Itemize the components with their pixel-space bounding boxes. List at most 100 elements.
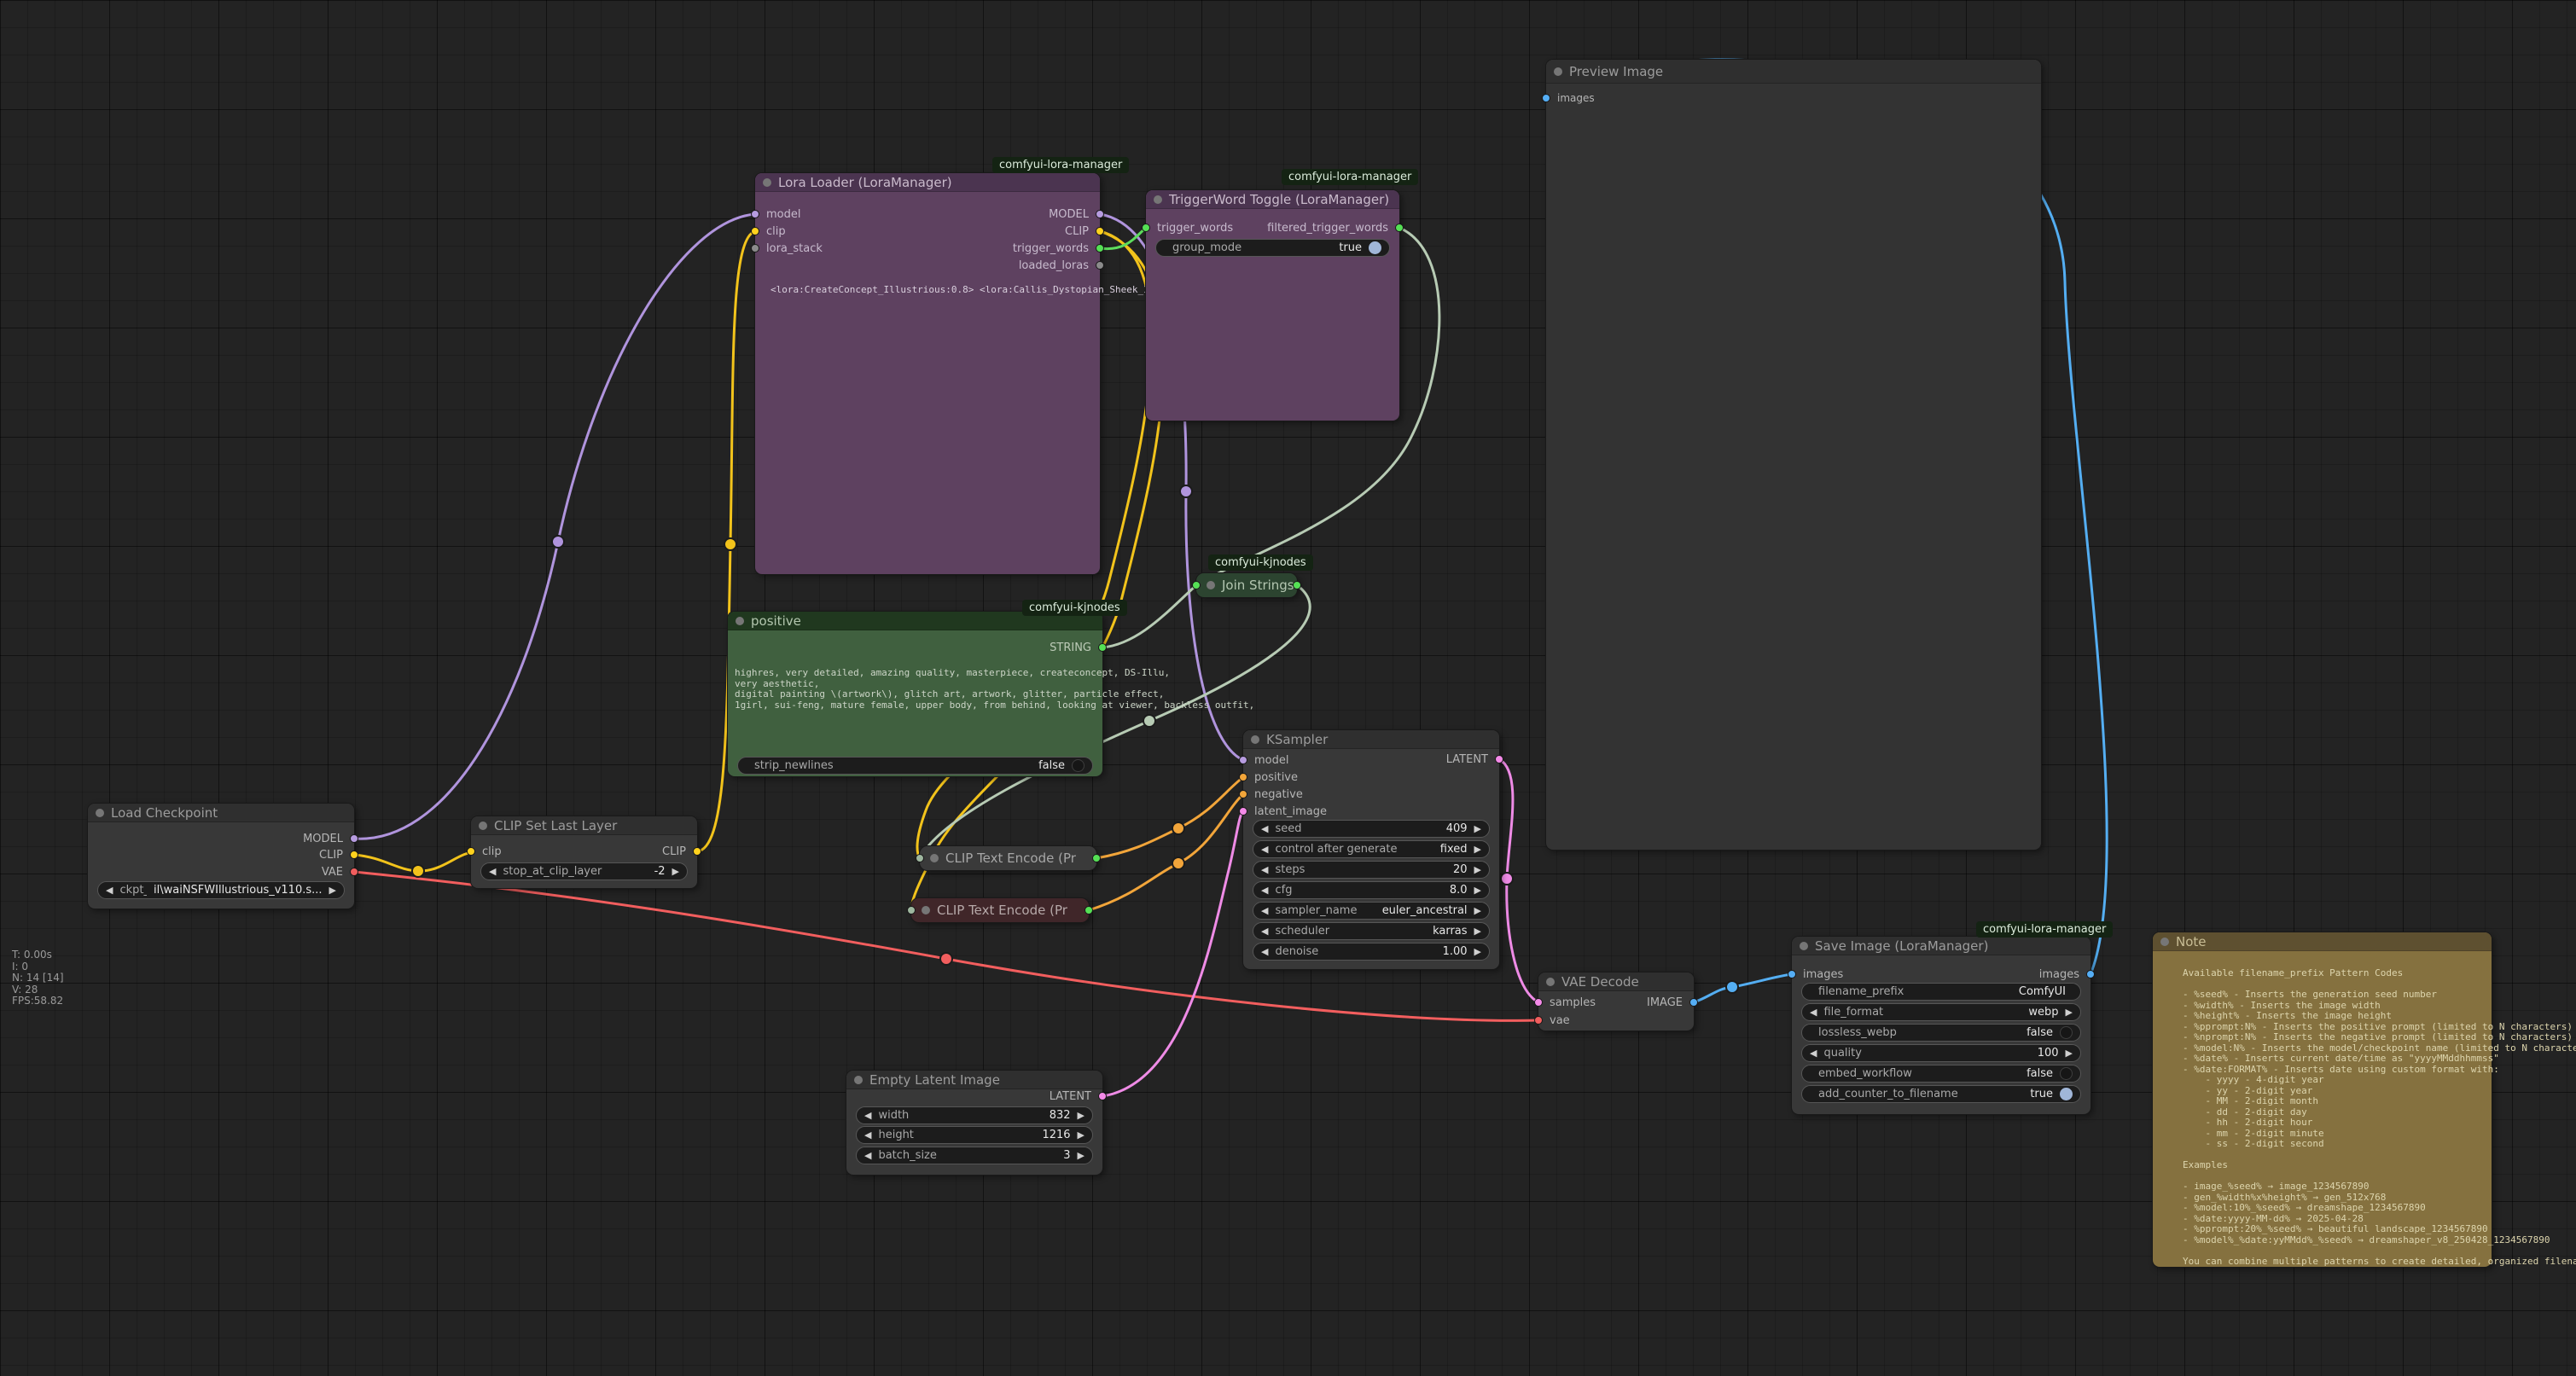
widget-denoise[interactable]: ◀ denoise 1.00 ▶ [1253,943,1490,961]
next-arrow-icon[interactable]: ▶ [1078,1110,1084,1121]
input-port-positive[interactable]: positive [1243,769,1298,785]
model-port-icon[interactable] [350,834,358,843]
collapse-dot-icon[interactable] [1546,978,1555,986]
node-title-bar[interactable]: Empty Latent Image [846,1071,1102,1089]
next-arrow-icon[interactable]: ▶ [329,885,336,896]
next-arrow-icon[interactable]: ▶ [1078,1129,1084,1141]
prev-arrow-icon[interactable]: ◀ [864,1129,871,1141]
image-port-icon[interactable] [1542,94,1550,102]
loaded-loras-port-icon[interactable] [1096,261,1104,270]
node-title-bar[interactable]: TriggerWord Toggle (LoraManager) [1146,190,1399,209]
widget-stop-at-clip-layer[interactable]: ◀ stop_at_clip_layer -2 ▶ [480,862,688,880]
input-port-icon[interactable] [916,854,924,862]
node-title-bar[interactable]: Save Image (LoraManager) [1792,937,2090,955]
collapse-dot-icon[interactable] [763,178,771,187]
reroute-dot[interactable] [1726,981,1738,993]
conditioning-port-icon[interactable] [1084,906,1093,914]
next-arrow-icon[interactable]: ▶ [2066,1048,2073,1059]
node-positive-prompt[interactable]: positive STRING highres, very detailed, … [728,612,1102,776]
node-title-bar[interactable]: KSampler [1243,730,1499,749]
string-port-icon[interactable] [1142,224,1150,232]
collapse-dot-icon[interactable] [2160,938,2169,946]
output-port-clip[interactable]: CLIP [1065,224,1100,239]
image-port-icon[interactable] [1689,998,1698,1007]
collapse-dot-icon[interactable] [1554,67,1562,76]
output-port-string[interactable]: STRING [1050,640,1102,655]
collapse-dot-icon[interactable] [930,854,939,862]
collapse-dot-icon[interactable] [1800,942,1808,950]
node-clip-text-encode-negative[interactable]: CLIP Text Encode (Pr [911,898,1089,922]
widget-add-counter-to-filename[interactable]: add_counter_to_filename true [1801,1085,2081,1103]
prev-arrow-icon[interactable]: ◀ [1261,823,1268,834]
output-port-model[interactable]: MODEL [1049,206,1100,222]
toggle-on-icon[interactable] [1369,241,1381,254]
widget-batch-size[interactable]: ◀ batch_size 3 ▶ [856,1147,1093,1164]
next-arrow-icon[interactable]: ▶ [672,866,679,877]
reroute-dot[interactable] [412,865,424,877]
input-port-latent-image[interactable]: latent_image [1243,804,1327,819]
image-port-icon[interactable] [1788,970,1796,978]
node-triggerword-toggle[interactable]: TriggerWord Toggle (LoraManager) trigger… [1146,190,1399,421]
reroute-dot[interactable] [1143,715,1155,727]
node-lora-loader[interactable]: Lora Loader (LoraManager) model clip lor… [755,173,1100,574]
output-port-latent[interactable]: LATENT [1446,752,1499,767]
reroute-dot[interactable] [940,953,952,965]
next-arrow-icon[interactable]: ▶ [1474,926,1481,937]
widget-steps[interactable]: ◀ steps 20 ▶ [1253,861,1490,879]
collapse-dot-icon[interactable] [96,809,104,817]
input-port-model[interactable]: model [755,206,800,222]
next-arrow-icon[interactable]: ▶ [1078,1150,1084,1161]
prev-arrow-icon[interactable]: ◀ [1261,885,1268,896]
conditioning-port-icon[interactable] [1239,773,1247,781]
next-arrow-icon[interactable]: ▶ [2066,1007,2073,1018]
input-port-images[interactable]: images [1546,90,1595,106]
input-port-vae[interactable]: vae [1538,1013,1570,1028]
clip-port-icon[interactable] [751,227,759,235]
reroute-dot[interactable] [1501,873,1513,885]
collapse-dot-icon[interactable] [1251,735,1259,744]
node-join-strings[interactable]: Join Strings [1196,573,1297,597]
latent-port-icon[interactable] [1495,755,1503,763]
toggle-on-icon[interactable] [2060,1088,2073,1100]
clip-port-icon[interactable] [467,847,475,856]
vae-port-icon[interactable] [1534,1016,1543,1025]
string-port-icon[interactable] [1395,224,1404,232]
next-arrow-icon[interactable]: ▶ [1474,905,1481,916]
widget-cfg[interactable]: ◀ cfg 8.0 ▶ [1253,881,1490,899]
input-port-negative[interactable]: negative [1243,787,1303,802]
node-clip-set-last-layer[interactable]: CLIP Set Last Layer clip CLIP ◀ stop_at_… [471,816,697,888]
latent-port-icon[interactable] [1534,998,1543,1007]
widget-ckpt-name[interactable]: ◀ ckpt_name il\waiNSFWIllustrious_v110.s… [97,881,345,899]
node-title-bar[interactable]: CLIP Set Last Layer [471,816,697,835]
reroute-dot[interactable] [552,536,564,548]
input-port-clip[interactable]: clip [471,844,502,859]
widget-lossless-webp[interactable]: lossless_webp false [1801,1024,2081,1042]
input-port-images[interactable]: images [1792,967,1843,982]
prev-arrow-icon[interactable]: ◀ [1810,1048,1817,1059]
output-port-trigger-words[interactable]: trigger_words [1013,241,1100,256]
reroute-dot[interactable] [1180,485,1192,497]
image-port-icon[interactable] [2086,970,2095,978]
toggle-off-icon[interactable] [1072,759,1084,772]
node-ksampler[interactable]: KSampler model positive negative latent_… [1243,730,1499,969]
widget-sampler-name[interactable]: ◀ sampler_name euler_ancestral ▶ [1253,902,1490,920]
clip-port-icon[interactable] [350,851,358,859]
model-port-icon[interactable] [1239,756,1247,764]
collapse-dot-icon[interactable] [854,1076,863,1084]
toggle-off-icon[interactable] [2060,1026,2073,1039]
node-title-bar[interactable]: Lora Loader (LoraManager) [755,173,1100,192]
collapse-dot-icon[interactable] [922,906,930,914]
input-port-icon[interactable] [907,906,916,914]
collapse-dot-icon[interactable] [736,617,744,625]
output-port-loaded-loras[interactable]: loaded_loras [1019,258,1100,273]
input-port-clip[interactable]: clip [755,224,786,239]
vae-port-icon[interactable] [350,868,358,876]
reroute-dot[interactable] [1172,857,1184,869]
note-text-field[interactable]: Available filename_prefix Pattern Codes … [2183,968,2576,1267]
widget-seed[interactable]: ◀ seed 409 ▶ [1253,820,1490,838]
string-port-icon[interactable] [1293,581,1301,589]
conditioning-port-icon[interactable] [1239,790,1247,798]
string-port-icon[interactable] [1192,581,1201,589]
next-arrow-icon[interactable]: ▶ [1474,844,1481,855]
collapse-dot-icon[interactable] [1207,581,1215,589]
